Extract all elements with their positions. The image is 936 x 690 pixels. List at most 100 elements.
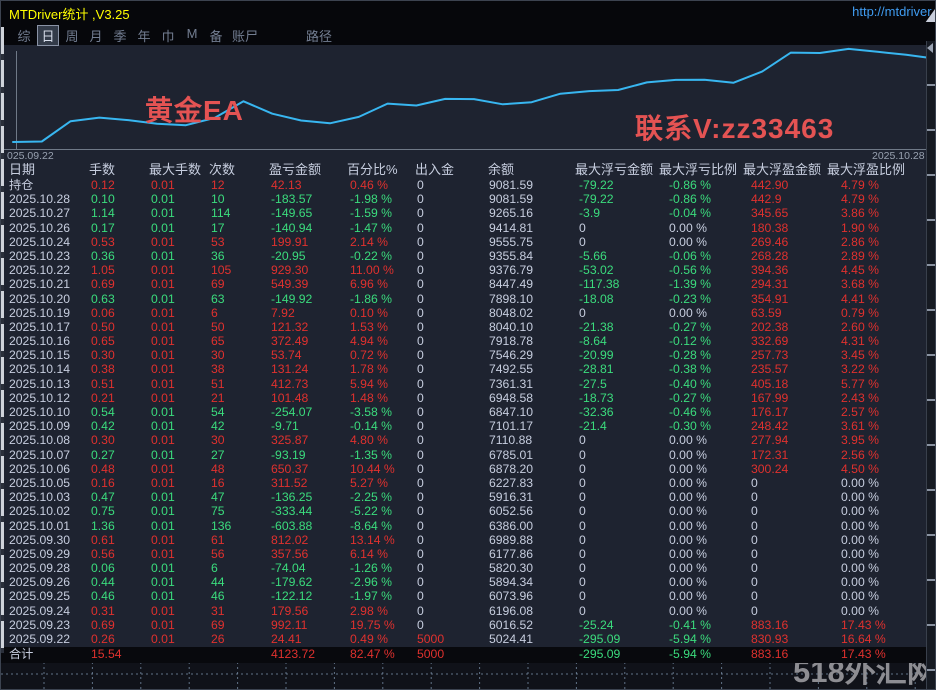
table-row[interactable]: 2025.10.280.100.0110-183.57-1.98 %09081.… [1,192,929,206]
row-value: 0.00 % [841,547,879,561]
row-value: 300.24 [751,462,788,476]
tab-日[interactable]: 日 [37,25,59,46]
table-row[interactable]: 2025.10.130.510.0151412.735.94 %07361.31… [1,377,929,391]
row-value: 6878.20 [489,462,533,476]
row-date: 2025.09.26 [9,575,70,589]
table-row[interactable]: 2025.09.220.260.012624.410.49 %50005024.… [1,632,929,646]
row-value: -27.5 [579,377,607,391]
row-value: 0.01 [151,292,175,306]
row-value: 0 [579,462,586,476]
table-row[interactable]: 2025.10.100.540.0154-254.07-3.58 %06847.… [1,405,929,419]
table-row[interactable]: 2025.10.200.630.0163-149.92-1.86 %07898.… [1,292,929,306]
row-value: 0 [751,575,758,589]
row-value: 54 [211,405,225,419]
row-value: 0.01 [151,618,175,632]
row-value: 12 [211,178,225,192]
table-body: 持仓0.120.011242.130.46 %09081.59-79.22-0.… [1,178,929,646]
row-value: 0.00 % [841,561,879,575]
row-value: 5.27 % [350,476,388,490]
row-value: 0.50 [91,320,115,334]
table-row[interactable]: 2025.10.210.690.0169549.396.96 %08447.49… [1,277,929,291]
row-value: 0.00 % [669,490,707,504]
tab-季[interactable]: 季 [109,25,131,46]
row-value: 0.01 [151,206,175,220]
row-value: 0 [417,490,424,504]
table-row[interactable]: 2025.10.221.050.01105929.3011.00 %09376.… [1,263,929,277]
row-value: 0.00 % [669,433,707,447]
row-value: 235.57 [751,362,788,376]
table-row[interactable]: 2025.10.240.530.0153199.912.14 %09555.75… [1,235,929,249]
row-value: 7546.29 [489,348,533,362]
left-scrollbar[interactable] [1,27,4,653]
table-row[interactable]: 2025.09.290.560.0156357.566.14 %06177.86… [1,547,929,561]
row-value: 345.65 [751,206,788,220]
table-row[interactable]: 2025.09.260.440.0144-179.62-2.96 %05894.… [1,575,929,589]
table-row[interactable]: 2025.09.300.610.0161812.0213.14 %06989.8… [1,533,929,547]
row-value: 0.01 [151,277,175,291]
row-value: -79.22 [579,192,614,206]
table-row[interactable]: 2025.09.230.690.0169992.1119.75 %06016.5… [1,618,929,632]
row-value: 13.14 % [350,533,395,547]
tab-月[interactable]: 月 [85,25,107,46]
table-row[interactable]: 2025.10.160.650.0165372.494.94 %07918.78… [1,334,929,348]
app-url-link[interactable]: http://mtdriver.c [852,4,936,19]
row-value: -117.38 [579,277,619,291]
table-row[interactable]: 2025.10.120.210.0121101.481.48 %06948.58… [1,391,929,405]
row-value: 0.53 [91,235,115,249]
table-row[interactable]: 2025.09.250.460.0146-122.12-1.97 %06073.… [1,589,929,603]
table-row[interactable]: 持仓0.120.011242.130.46 %09081.59-79.22-0.… [1,178,929,192]
row-value: -18.08 [579,292,614,306]
path-button[interactable]: 路径 [306,26,332,45]
row-value: 42.13 [271,178,302,192]
table-row[interactable]: 2025.09.240.310.0131179.562.98 %06196.08… [1,604,929,618]
row-date: 2025.09.24 [9,604,70,618]
tab-M[interactable]: M [181,25,203,46]
row-value: 0.01 [151,221,175,235]
table-row[interactable]: 2025.10.190.060.0167.920.10 %08048.0200.… [1,306,929,320]
table-row[interactable]: 2025.10.020.750.0175-333.44-5.22 %06052.… [1,504,929,518]
table-row[interactable]: 2025.10.230.360.0136-20.95-0.22 %09355.8… [1,249,929,263]
table-row[interactable]: 2025.09.280.060.016-74.04-1.26 %05820.30… [1,561,929,575]
table-row[interactable]: 2025.10.011.360.01136-603.88-8.64 %06386… [1,519,929,533]
row-value: 0.44 [91,575,115,589]
row-value: 3.61 % [841,419,879,433]
tab-综[interactable]: 综 [13,25,35,46]
row-value: 53.74 [271,348,302,362]
row-value: 549.39 [271,277,308,291]
row-value: 167.99 [751,391,788,405]
row-value: -1.47 % [350,221,392,235]
table-row[interactable]: 2025.10.080.300.0130325.874.80 %07110.88… [1,433,929,447]
row-value: 0 [579,433,586,447]
row-value: 7361.31 [489,377,533,391]
table-row[interactable]: 2025.10.150.300.013053.740.72 %07546.29-… [1,348,929,362]
row-value: 0.21 [91,391,115,405]
table-row[interactable]: 2025.10.030.470.0147-136.25-2.25 %05916.… [1,490,929,504]
row-value: 5916.31 [489,490,533,504]
col-header: 最大浮盈金额 [743,162,821,177]
row-value: 1.14 [91,206,115,220]
row-value: 0 [417,206,424,220]
row-value: 394.36 [751,263,788,277]
row-date: 2025.10.27 [9,206,70,220]
row-value: -20.99 [579,348,614,362]
table-row[interactable]: 2025.10.090.420.0142-9.71-0.14 %07101.17… [1,419,929,433]
table-row[interactable]: 2025.10.070.270.0127-93.19-1.35 %06785.0… [1,448,929,462]
row-value: -2.25 % [350,490,392,504]
row-value: 412.73 [271,377,308,391]
table-row[interactable]: 2025.10.260.170.0117-140.94-1.47 %09414.… [1,221,929,235]
tab-巾[interactable]: 巾 [157,25,179,46]
row-value: 812.02 [271,533,308,547]
tab-备[interactable]: 备 [205,25,227,46]
table-row[interactable]: 2025.10.140.380.0138131.241.78 %07492.55… [1,362,929,376]
table-row[interactable]: 2025.10.271.140.01114-149.65-1.59 %09265… [1,206,929,220]
row-value: 405.18 [751,377,788,391]
tab-账尸[interactable]: 账尸 [229,25,261,46]
table-row[interactable]: 2025.10.060.480.0148650.3710.44 %06878.2… [1,462,929,476]
row-value: 0 [579,547,586,561]
tab-周[interactable]: 周 [61,25,83,46]
table-row[interactable]: 2025.10.170.500.0150121.321.53 %08040.10… [1,320,929,334]
tab-年[interactable]: 年 [133,25,155,46]
right-scrollbar[interactable] [926,41,935,690]
table-row[interactable]: 2025.10.050.160.0116311.525.27 %06227.83… [1,476,929,490]
row-value: 325.87 [271,433,308,447]
